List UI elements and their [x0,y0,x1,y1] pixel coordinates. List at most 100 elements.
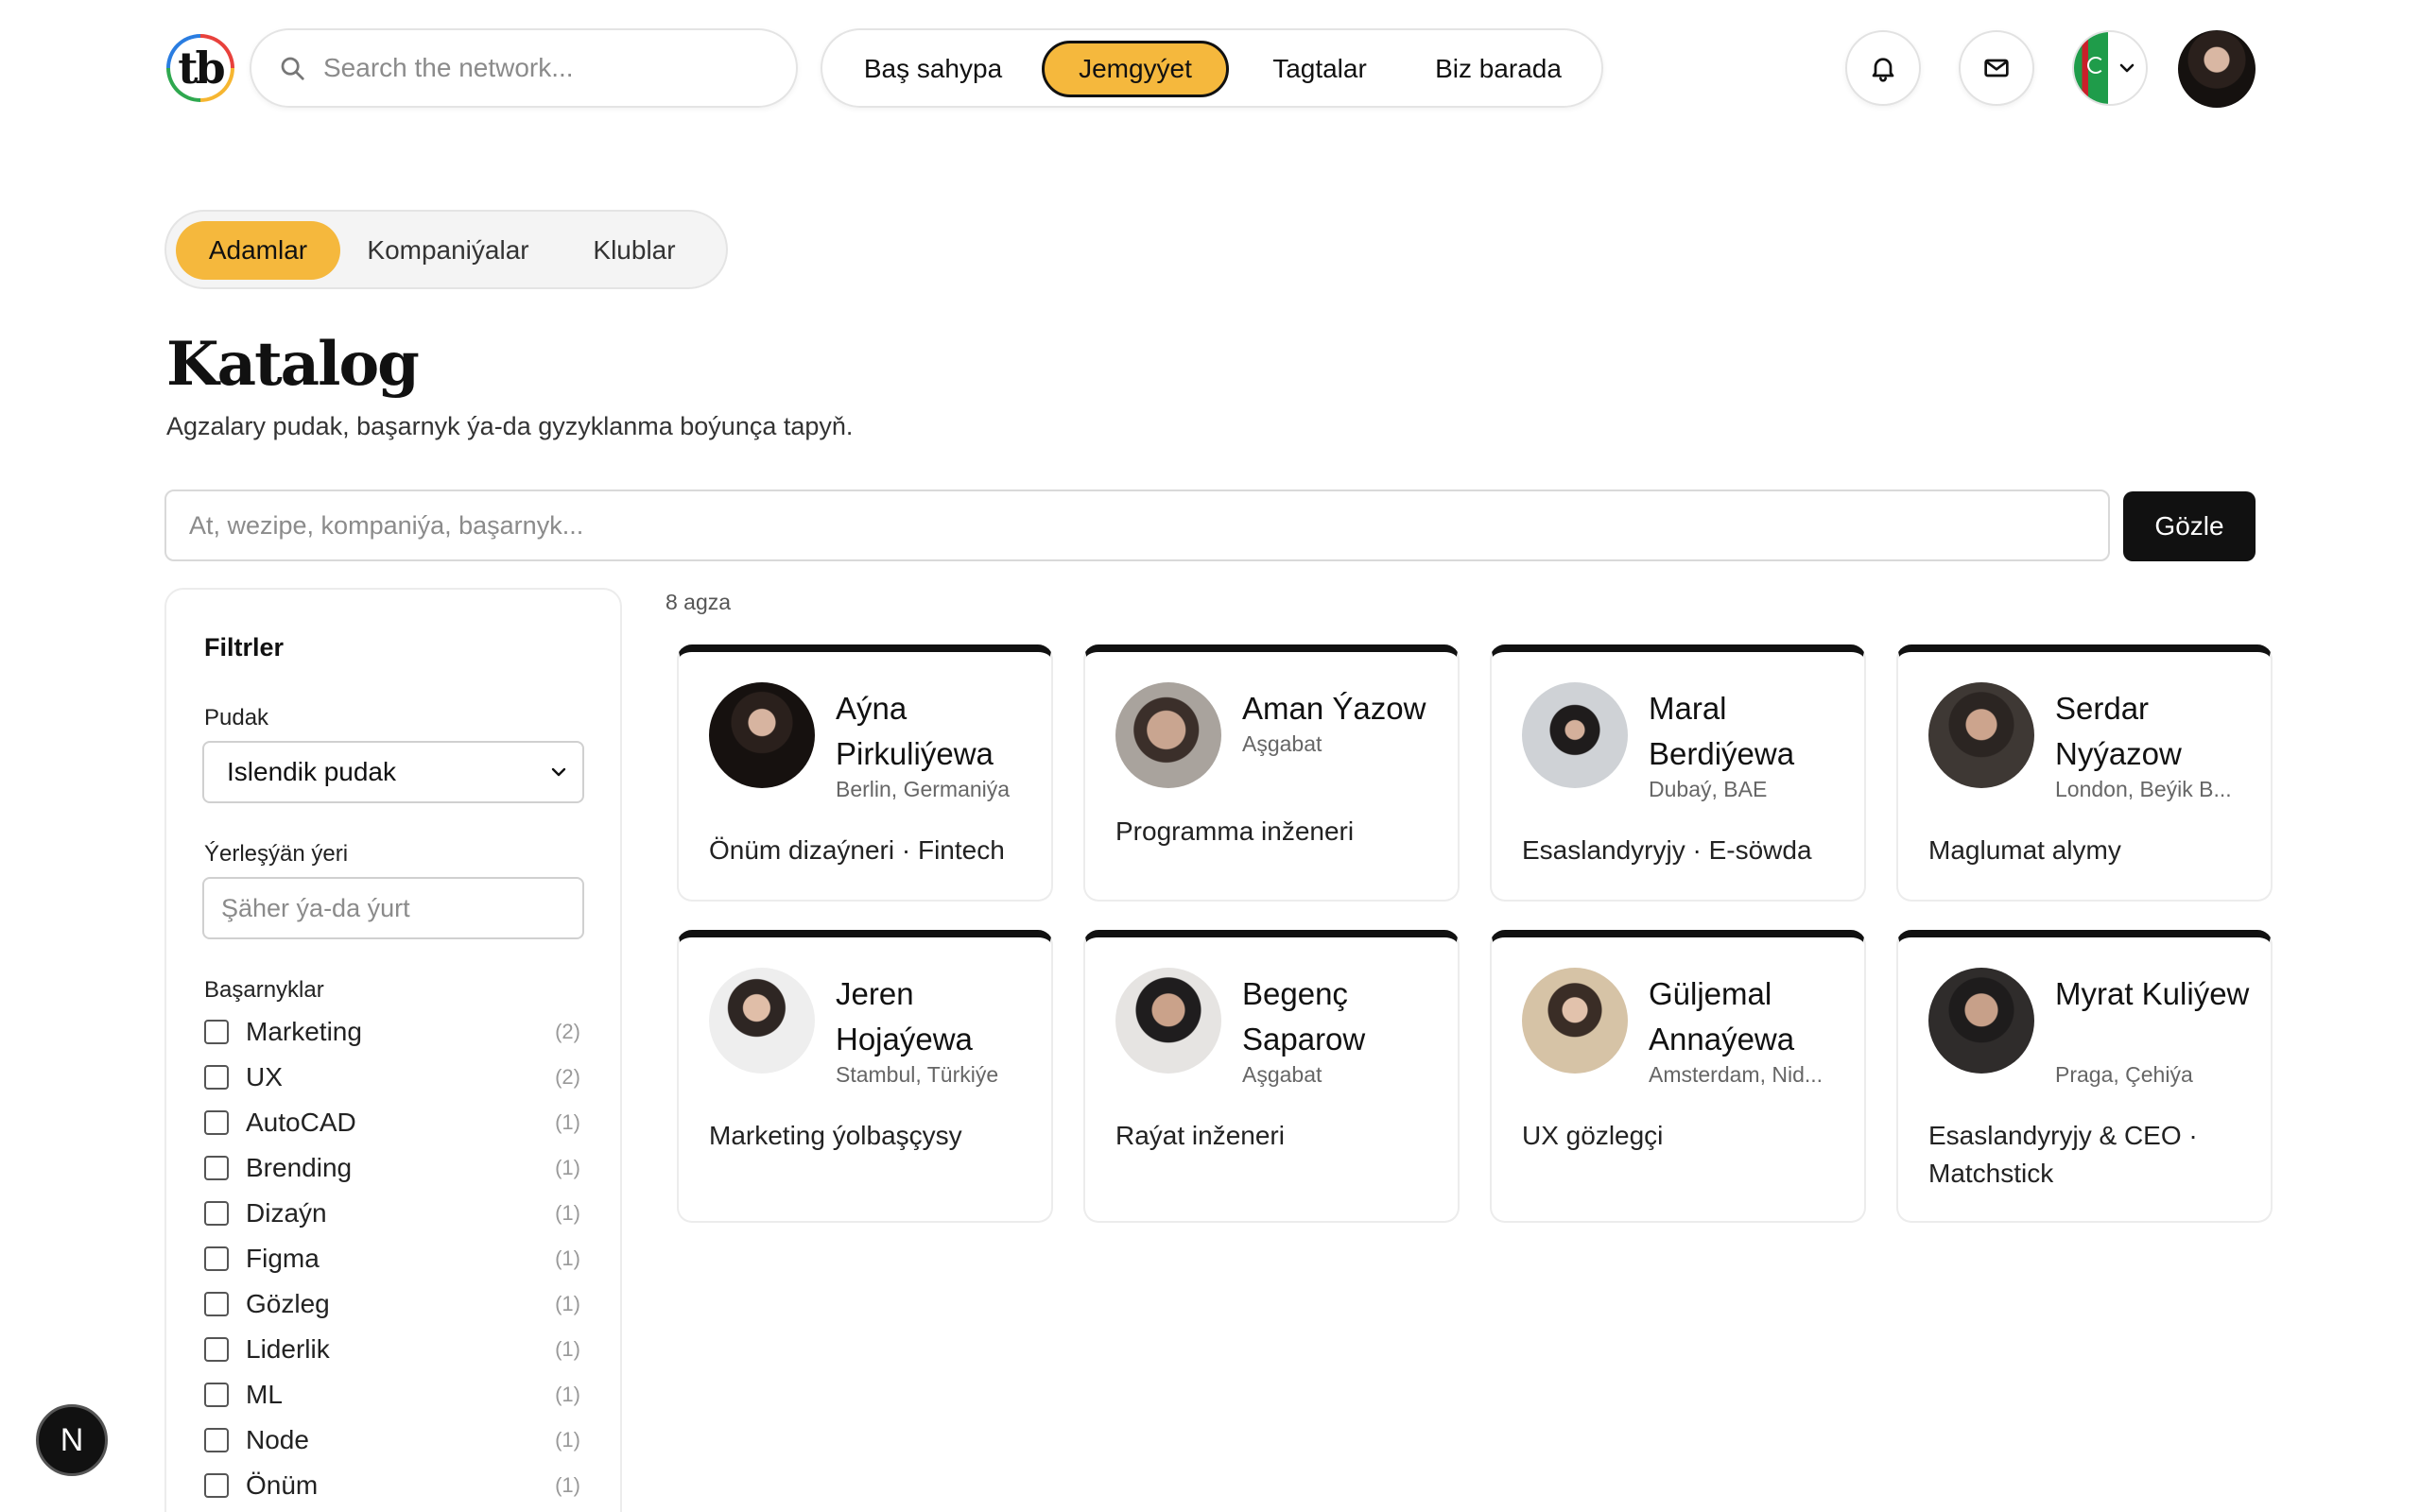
skill-filter-row[interactable]: UX (2) [204,1058,586,1096]
member-name[interactable]: Begenç Saparow [1242,971,1450,1062]
skill-filter-row[interactable]: Önüm (1) [204,1467,586,1504]
logo[interactable]: tb [166,34,234,102]
member-location: London, Beýik B... [2055,777,2232,801]
member-location: Aşgabat [1242,1062,1322,1087]
industry-label: Pudak [204,705,269,730]
skill-checkbox[interactable] [204,1383,229,1407]
skill-label: Figma [246,1244,320,1273]
nav-about[interactable]: Biz barada [1409,41,1588,97]
skill-filter-row[interactable]: Node (1) [204,1421,586,1459]
skills-label: Başarnyklar [204,977,324,1003]
skill-checkbox[interactable] [204,1337,229,1362]
chevron-down-icon [2108,57,2146,79]
industry-select-value: Islendik pudak [227,757,397,786]
member-name[interactable]: Jeren Hojaýewa [836,971,1044,1062]
member-location: Praga, Çehiýa [2055,1062,2193,1087]
messages-button[interactable] [1959,30,2034,106]
member-role: Programma inženeri [1115,816,1355,846]
member-location: Dubaý, BAE [1649,777,1768,801]
member-card[interactable]: Güljemal Annaýewa Amsterdam, Nid... UX göz… [1490,930,1866,1223]
skill-label: Gözleg [246,1289,330,1318]
mail-icon [1984,59,2009,77]
language-switcher[interactable] [2072,30,2148,106]
location-label: Ýerleşýän ýeri [204,841,349,867]
member-avatar [709,968,815,1074]
skill-checkbox[interactable] [204,1201,229,1226]
bell-icon [1872,58,1894,82]
member-name[interactable]: Aýna Pirkuliýewa [836,686,1044,777]
member-card[interactable]: Maral Berdiýewa Dubaý, BAE Esaslandyryjy ·… [1490,644,1866,902]
member-avatar [1522,682,1628,788]
search-button[interactable]: Gözle [2123,491,2256,561]
skill-checkbox[interactable] [204,1020,229,1044]
catalog-search-input[interactable] [164,490,2110,561]
member-avatar [1928,682,2034,788]
nav-home[interactable]: Baş sahypa [845,41,1021,97]
skill-label: Dizaýn [246,1198,327,1228]
top-header: tb Baş sahypa Jemgyýet Tagtalar Biz bara… [0,0,2420,137]
member-avatar [1928,968,2034,1074]
skill-count: (1) [555,1292,580,1315]
dev-badge[interactable]: N [36,1404,108,1476]
skill-label: ML [246,1380,283,1409]
skill-checkbox[interactable] [204,1110,229,1135]
chevron-down-icon [548,743,569,822]
skill-count: (1) [555,1156,580,1179]
tab-people[interactable]: Adamlar [176,221,340,280]
member-avatar [1115,682,1221,788]
network-search-input[interactable] [323,53,758,83]
nav-boards[interactable]: Tagtalar [1248,41,1392,97]
skill-checkbox[interactable] [204,1428,229,1452]
skill-count: (2) [555,1020,580,1043]
skill-checkbox[interactable] [204,1292,229,1316]
filters-panel: Filtrler Pudak Islendik pudak Ýerleşýän … [164,588,622,1512]
skill-filter-row[interactable]: Dizaýn (1) [204,1194,586,1232]
network-search[interactable] [250,28,798,108]
flag-icon [2074,32,2108,104]
tab-clubs[interactable]: Klublar [556,221,713,280]
member-name[interactable]: Myrat Kuliýew [2055,971,2263,1017]
member-card[interactable]: Jeren Hojaýewa Stambul, Türkiýe Marketing … [677,930,1053,1223]
main-nav: Baş sahypa Jemgyýet Tagtalar Biz barada [821,28,1603,108]
skill-checkbox[interactable] [204,1246,229,1271]
notifications-button[interactable] [1845,30,1921,106]
industry-select[interactable]: Islendik pudak [202,741,584,803]
member-name[interactable]: Maral Berdiýewa [1649,686,1857,777]
skill-checkbox[interactable] [204,1156,229,1180]
skill-filter-row[interactable]: Liderlik (1) [204,1331,586,1368]
skill-filter-row[interactable]: Gözleg (1) [204,1285,586,1323]
skill-checkbox[interactable] [204,1473,229,1498]
skill-filter-row[interactable]: Figma (1) [204,1240,586,1278]
skill-checkbox[interactable] [204,1065,229,1090]
filters-title: Filtrler [204,633,285,662]
member-name[interactable]: Aman Ýazow [1242,686,1450,731]
skill-label: Marketing [246,1017,362,1046]
skill-count: (1) [555,1473,580,1497]
member-role: Esaslandyryjy & CEO · Matchstick [1928,1121,2198,1188]
skill-count: (1) [555,1337,580,1361]
member-card[interactable]: Aman Ýazow Aşgabat Programma inženeri [1083,644,1460,902]
skill-filter-row[interactable]: Marketing (2) [204,1013,586,1051]
skill-count: (1) [555,1201,580,1225]
skill-label: Node [246,1425,309,1454]
skill-label: UX [246,1062,283,1091]
member-name[interactable]: Serdar Nyýazow [2055,686,2263,777]
member-location: Berlin, Germaniýa [836,777,1011,801]
member-avatar [1115,968,1221,1074]
tab-companies[interactable]: Kompaniýalar [354,221,543,280]
member-card[interactable]: Serdar Nyýazow London, Beýik B... Maglumat… [1896,644,2273,902]
member-name[interactable]: Güljemal Annaýewa [1649,971,1857,1062]
skill-filter-row[interactable]: AutoCAD (1) [204,1104,586,1142]
location-input[interactable] [202,877,584,939]
user-avatar[interactable] [2178,30,2256,108]
nav-community[interactable]: Jemgyýet [1042,41,1229,97]
member-card[interactable]: Begenç Saparow Aşgabat Raýat inženeri [1083,930,1460,1223]
member-role: Maglumat alymy [1928,835,2121,865]
member-card[interactable]: Myrat Kuliýew Praga, Çehiýa Esaslandyryjy … [1896,930,2273,1223]
skill-filter-row[interactable]: Brending (1) [204,1149,586,1187]
member-role: Marketing ýolbaşçysy [709,1121,962,1150]
logo-text: tb [170,38,231,98]
skill-filter-row[interactable]: ML (1) [204,1376,586,1414]
member-card[interactable]: Aýna Pirkuliýewa Berlin, Germaniýa Önüm di… [677,644,1053,902]
results-count: 8 agza [666,590,732,614]
